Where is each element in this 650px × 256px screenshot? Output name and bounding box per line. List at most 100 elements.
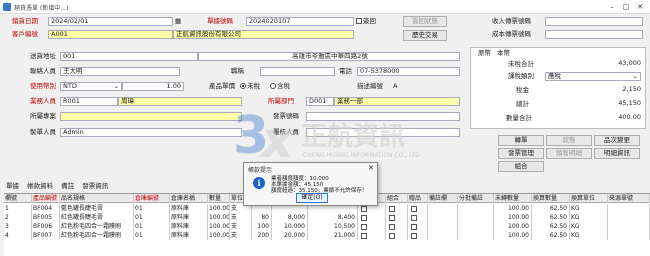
table-cell[interactable]	[428, 213, 458, 222]
col-header[interactable]: 分批備註	[458, 194, 494, 203]
status-button[interactable]: 狀態	[546, 135, 592, 146]
invoice-number-field[interactable]	[306, 112, 460, 121]
table-cell[interactable]: 4	[4, 231, 32, 240]
table-cell[interactable]: 支	[230, 222, 252, 231]
col-header[interactable]: 換算數量	[532, 194, 570, 203]
col-header[interactable]: 來源單號	[608, 194, 650, 203]
table-cell[interactable]	[428, 222, 458, 231]
customer-name-field[interactable]: 正航資訊股份有限公司	[173, 30, 354, 39]
sign-status-button[interactable]: 簽回狀態	[403, 16, 447, 27]
table-cell[interactable]: 21,000	[308, 231, 358, 240]
phone-field[interactable]: 07-5378000	[357, 67, 460, 76]
col-header[interactable]: 數量	[208, 194, 230, 203]
table-cell[interactable]	[428, 231, 458, 240]
table-cell[interactable]: 支	[230, 231, 252, 240]
dialog-close-icon[interactable]: ✕	[368, 164, 374, 172]
maker-field[interactable]: Admin	[60, 128, 242, 137]
table-cell[interactable]	[458, 213, 494, 222]
table-cell[interactable]: 100.00	[208, 231, 230, 240]
table-cell[interactable]: 62.50	[532, 213, 570, 222]
minimize-icon[interactable]: –	[606, 2, 618, 12]
table-cell[interactable]	[386, 204, 408, 213]
table-cell[interactable]	[458, 222, 494, 231]
row-checkbox[interactable]	[389, 205, 395, 212]
table-cell[interactable]: 原料庫	[170, 213, 208, 222]
table-cell[interactable]	[358, 213, 386, 222]
table-cell[interactable]: BF005	[32, 213, 60, 222]
table-cell[interactable]	[408, 231, 428, 240]
table-cell[interactable]: 100.00	[494, 231, 532, 240]
table-cell[interactable]: 藍色罐長睫毛膏	[60, 204, 134, 213]
table-cell[interactable]: KG	[570, 213, 608, 222]
table-row[interactable]: 4 BF007 紅色粉毛四合一霜膜刷 01 原料庫 100.00 支 200 20,000 21,…	[4, 231, 650, 240]
table-cell[interactable]: 10,500	[308, 222, 358, 231]
table-cell[interactable]: 100.00	[494, 222, 532, 231]
sales-person-code-field[interactable]: R001	[60, 97, 118, 106]
job-title-field[interactable]	[260, 67, 335, 76]
dialog-ok-button[interactable]: 確定(O)	[296, 193, 328, 203]
tab-invoice[interactable]: 發票資訊	[82, 180, 108, 190]
table-cell[interactable]: 01	[134, 204, 170, 213]
table-cell[interactable]: KG	[570, 222, 608, 231]
row-checkbox[interactable]	[411, 214, 417, 221]
table-cell[interactable]: KG	[570, 204, 608, 213]
table-cell[interactable]: 62.50	[532, 222, 570, 231]
sales-person-name-field[interactable]: 周瑋	[118, 97, 242, 106]
table-cell[interactable]: 8,400	[308, 213, 358, 222]
col-header[interactable]: 備註欄	[428, 194, 458, 203]
table-cell[interactable]	[358, 222, 386, 231]
table-cell[interactable]: BF007	[32, 231, 60, 240]
col-header[interactable]: 未轉數量	[494, 194, 532, 203]
table-cell[interactable]	[458, 204, 494, 213]
table-cell[interactable]: KG	[570, 231, 608, 240]
table-cell[interactable]: 1	[4, 204, 32, 213]
cost-voucher-field[interactable]	[545, 30, 643, 39]
transfer-button[interactable]: 轉單	[498, 135, 544, 146]
tax-type-select[interactable]: 應稅 ⌄	[545, 72, 641, 81]
invoice-manage-button[interactable]: 發票管理	[498, 148, 544, 159]
table-cell[interactable]	[386, 222, 408, 231]
currency-select[interactable]: NTD ⌄	[60, 82, 122, 91]
contact-field[interactable]: 王大明	[60, 67, 180, 76]
row-checkbox[interactable]	[389, 223, 395, 230]
change-button[interactable]: 品次變更	[594, 135, 640, 146]
history-button[interactable]: 歷史交易	[403, 30, 447, 41]
sales-detail-button[interactable]: 銷售明細	[546, 148, 592, 159]
table-cell[interactable]	[608, 204, 650, 213]
table-cell[interactable]: 62.50	[532, 231, 570, 240]
customer-no-field[interactable]: A001	[48, 30, 173, 39]
table-cell[interactable]	[408, 204, 428, 213]
table-cell[interactable]: 紅色粉毛四合一霜膜刷	[60, 222, 134, 231]
table-cell[interactable]: 原料庫	[170, 222, 208, 231]
col-header[interactable]: 倉庫名稱	[170, 194, 208, 203]
table-cell[interactable]: 原料庫	[170, 204, 208, 213]
table-cell[interactable]	[458, 231, 494, 240]
table-cell[interactable]: 80	[252, 213, 272, 222]
table-cell[interactable]: 支	[230, 213, 252, 222]
table-row[interactable]: 3 BF006 紅色粉毛四合一霜膜刷 01 原料庫 100.00 支 100 10,000 10,…	[4, 222, 650, 231]
table-cell[interactable]: 01	[134, 231, 170, 240]
table-cell[interactable]: 100.00	[208, 213, 230, 222]
row-checkbox[interactable]	[361, 232, 367, 239]
table-cell[interactable]: 100.00	[208, 222, 230, 231]
col-header[interactable]: 換算單位	[570, 194, 608, 203]
approver-field[interactable]	[306, 128, 460, 137]
table-cell[interactable]: BF004	[32, 204, 60, 213]
row-checkbox[interactable]	[389, 214, 395, 221]
table-cell[interactable]: 原料庫	[170, 231, 208, 240]
voucher-no-field[interactable]: 2024020107	[246, 17, 354, 26]
maximize-icon[interactable]: □	[620, 2, 632, 12]
close-icon[interactable]: ✕	[634, 2, 646, 12]
table-cell[interactable]: 200	[252, 231, 272, 240]
table-cell[interactable]	[408, 213, 428, 222]
col-header[interactable]: 產品編號	[32, 194, 60, 203]
table-cell[interactable]	[608, 231, 650, 240]
table-cell[interactable]: 100	[252, 222, 272, 231]
row-checkbox[interactable]	[361, 223, 367, 230]
col-header[interactable]: 品名規格	[60, 194, 134, 203]
void-checkbox[interactable]: 簽回	[356, 17, 376, 26]
row-checkbox[interactable]	[411, 232, 417, 239]
row-checkbox[interactable]	[411, 205, 417, 212]
table-cell[interactable]	[386, 213, 408, 222]
row-checkbox[interactable]	[389, 232, 395, 239]
